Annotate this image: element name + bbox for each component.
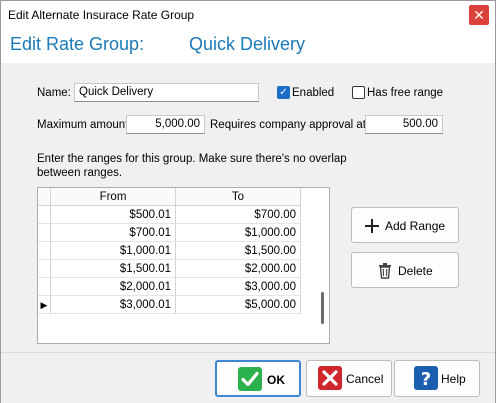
add-range-label: Add Range xyxy=(385,219,446,233)
approval-label: Requires company approval at: xyxy=(210,119,370,131)
window-title: Edit Alternate Insurace Rate Group xyxy=(8,8,195,22)
page-title: Edit Rate Group: xyxy=(10,34,145,54)
max-amount-label: Maximum amount: xyxy=(37,119,132,131)
title-bar[interactable]: Edit Alternate Insurace Rate Group ✕ xyxy=(1,1,495,29)
free-range-label: Has free range xyxy=(367,87,444,99)
approval-amount-field[interactable]: 500.00 xyxy=(365,115,443,134)
table-row[interactable]: $2,000.01 $3,000.00 xyxy=(38,278,329,296)
column-header-to[interactable]: To xyxy=(176,188,301,206)
checkmark-icon xyxy=(238,367,262,391)
from-cell[interactable]: $3,000.01 xyxy=(51,296,176,314)
to-cell[interactable]: $2,000.00 xyxy=(176,260,301,278)
cancel-label: Cancel xyxy=(346,372,384,386)
ok-button[interactable]: OK xyxy=(215,360,301,397)
ranges-grid[interactable]: From To $500.01 $700.00 $700.01 $1,000.0… xyxy=(37,187,330,344)
trash-icon xyxy=(379,263,391,279)
row-indicator xyxy=(38,260,51,278)
row-indicator xyxy=(38,278,51,296)
from-cell[interactable]: $2,000.01 xyxy=(51,278,176,296)
delete-label: Delete xyxy=(398,264,433,278)
grid-vertical-scrollbar[interactable] xyxy=(316,188,329,343)
to-cell[interactable]: $1,500.00 xyxy=(176,242,301,260)
from-cell[interactable]: $500.01 xyxy=(51,206,176,224)
edit-rate-group-window: Edit Alternate Insurace Rate Group ✕ Edi… xyxy=(0,0,496,403)
row-indicator: ▶ xyxy=(38,296,51,314)
column-header-from[interactable]: From xyxy=(51,188,176,206)
group-name-heading: Quick Delivery xyxy=(189,34,306,54)
delete-button[interactable]: Delete xyxy=(351,252,459,288)
from-cell[interactable]: $700.01 xyxy=(51,224,176,242)
table-row[interactable]: $700.01 $1,000.00 xyxy=(38,224,329,242)
row-indicator xyxy=(38,206,51,224)
add-range-button[interactable]: Add Range xyxy=(351,207,459,243)
table-row[interactable]: $500.01 $700.00 xyxy=(38,206,329,224)
table-row[interactable]: ▶ $3,000.01 $5,000.00 xyxy=(38,296,329,314)
help-label: Help xyxy=(441,372,466,386)
x-icon xyxy=(318,366,342,390)
from-cell[interactable]: $1,000.01 xyxy=(51,242,176,260)
close-button[interactable]: ✕ xyxy=(469,5,489,25)
name-label: Name: xyxy=(37,87,71,99)
instructions-text: Enter the ranges for this group. Make su… xyxy=(37,153,347,179)
name-field[interactable]: Quick Delivery xyxy=(74,83,259,102)
scrollbar-thumb[interactable] xyxy=(321,292,324,324)
header-band: Edit Rate Group: Quick Delivery xyxy=(1,29,495,63)
to-cell[interactable]: $1,000.00 xyxy=(176,224,301,242)
ok-label: OK xyxy=(267,373,285,387)
plus-icon xyxy=(365,219,379,233)
table-row[interactable]: $1,000.01 $1,500.00 xyxy=(38,242,329,260)
enabled-checkbox[interactable]: ✓ xyxy=(277,86,290,99)
row-indicator xyxy=(38,242,51,260)
to-cell[interactable]: $3,000.00 xyxy=(176,278,301,296)
enabled-label: Enabled xyxy=(292,87,335,99)
table-row[interactable]: $1,500.01 $2,000.00 xyxy=(38,260,329,278)
from-cell[interactable]: $1,500.01 xyxy=(51,260,176,278)
cancel-button[interactable]: Cancel xyxy=(306,360,392,397)
to-cell[interactable]: $5,000.00 xyxy=(176,296,301,314)
max-amount-field[interactable]: 5,000.00 xyxy=(126,115,205,134)
row-indicator xyxy=(38,224,51,242)
free-range-checkbox[interactable] xyxy=(352,86,365,99)
help-button[interactable]: ? Help xyxy=(394,360,480,397)
question-icon: ? xyxy=(414,366,438,390)
button-bar: OK Cancel ? Help xyxy=(1,352,495,403)
dialog-body: Edit Rate Group: Quick Delivery Name: Qu… xyxy=(1,29,495,403)
svg-text:?: ? xyxy=(421,369,431,390)
grid-corner xyxy=(38,188,51,206)
to-cell[interactable]: $700.00 xyxy=(176,206,301,224)
